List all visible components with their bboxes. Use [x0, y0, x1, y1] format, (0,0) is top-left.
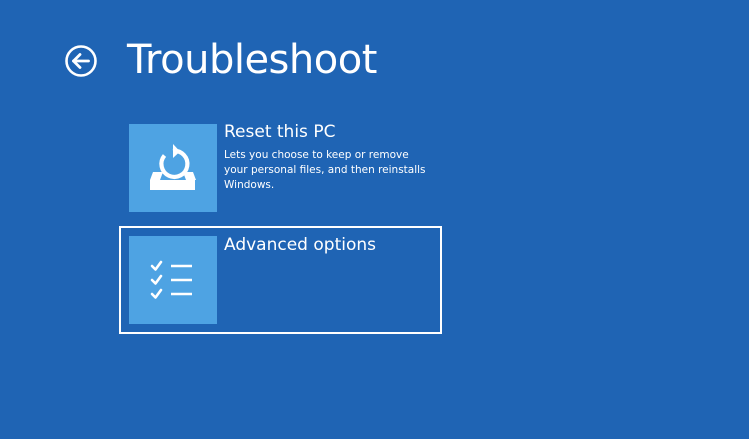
reset-tile: [129, 124, 217, 212]
option-description: Lets you choose to keep or remove your p…: [224, 149, 426, 191]
option-title: Advanced options: [224, 235, 376, 255]
checklist-icon: [150, 260, 192, 299]
reset-this-pc-option[interactable]: Reset this PC Lets you choose to keep or…: [119, 114, 442, 222]
option-title: Reset this PC: [224, 122, 336, 142]
reset-pc-icon: [150, 144, 196, 190]
advanced-tile: [129, 236, 217, 324]
back-button[interactable]: [64, 44, 98, 78]
advanced-options-option[interactable]: Advanced options: [119, 226, 442, 334]
back-arrow-icon: [65, 45, 97, 77]
page-title: Troubleshoot: [127, 37, 377, 83]
